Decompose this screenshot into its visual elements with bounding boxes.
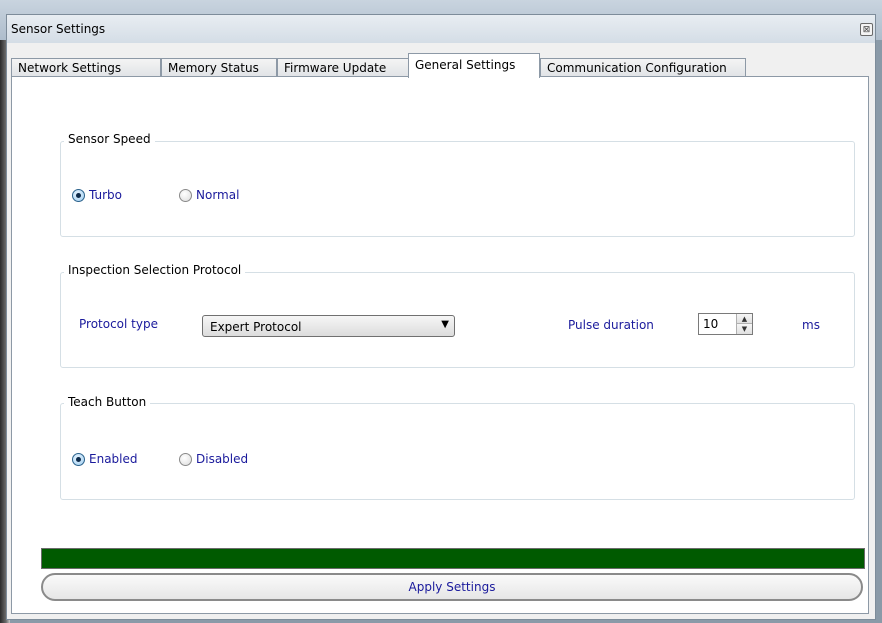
radio-checked-icon [72,188,85,202]
radio-normal-label: Normal [196,188,240,202]
progress-bar [41,548,865,569]
apply-settings-button[interactable]: Apply Settings [41,573,863,601]
radio-checked-icon [72,452,85,466]
tab-communication-configuration[interactable]: Communication Configuration [540,58,746,77]
pulse-unit-label: ms [802,318,820,332]
radio-turbo[interactable]: Turbo [72,188,122,202]
pulse-duration-value: 10 [703,317,719,331]
teach-button-title: Teach Button [64,395,151,409]
close-icon[interactable]: ⊠ [860,23,873,36]
radio-unchecked-icon [179,188,192,202]
spin-up-icon[interactable]: ▲ [737,314,752,324]
spinner-buttons: ▲ ▼ [736,314,752,334]
radio-enabled-label: Enabled [89,452,138,466]
tab-memory-status[interactable]: Memory Status [161,58,277,77]
radio-enabled[interactable]: Enabled [72,452,138,466]
dropdown-arrow-icon: ▼ [441,319,449,330]
general-settings-panel: Sensor Speed Turbo Normal Inspection Sel… [11,76,869,614]
pulse-duration-spinner[interactable]: 10 ▲ ▼ [698,313,753,335]
tab-general-settings[interactable]: General Settings [408,53,540,78]
protocol-type-label: Protocol type [79,317,158,331]
radio-disabled-label: Disabled [196,452,249,466]
protocol-type-value: Expert Protocol [210,320,302,334]
window-title: Sensor Settings [11,22,106,36]
tab-network-settings[interactable]: Network Settings [11,58,161,77]
radio-unchecked-icon [179,452,192,466]
radio-turbo-label: Turbo [89,188,123,202]
sensor-speed-title: Sensor Speed [64,132,155,146]
title-bar: Sensor Settings ⊠ [7,15,875,43]
protocol-type-select[interactable]: Expert Protocol ▼ [202,315,455,337]
spin-down-icon[interactable]: ▼ [737,324,752,334]
protocol-group-title: Inspection Selection Protocol [64,263,246,277]
progress-fill [42,549,864,568]
radio-disabled[interactable]: Disabled [179,452,248,466]
pulse-duration-label: Pulse duration [568,318,654,332]
radio-normal[interactable]: Normal [179,188,239,202]
tab-firmware-update[interactable]: Firmware Update [277,58,409,77]
sensor-settings-dialog: Sensor Settings ⊠ Network Settings Memor… [6,14,876,620]
